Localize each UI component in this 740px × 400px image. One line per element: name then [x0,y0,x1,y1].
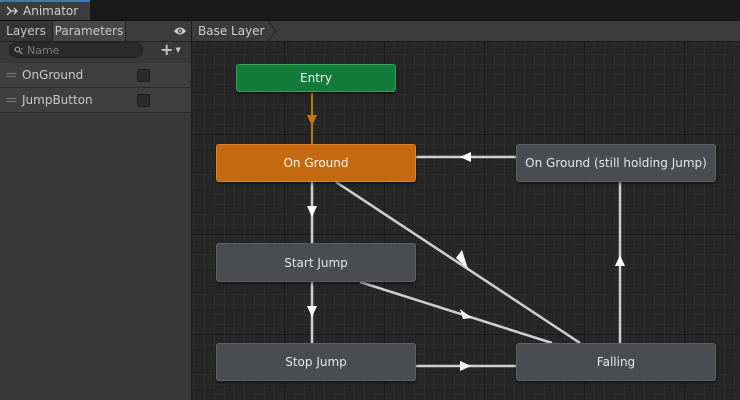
transition-start-jump-to-falling[interactable] [359,280,553,345]
arrow-icon [307,115,317,126]
tab-layers-label: Layers [6,24,46,38]
search-icon [14,46,23,54]
add-parameter-button[interactable]: + ▼ [160,40,188,59]
breadcrumb-base-layer[interactable]: Base Layer [192,21,265,41]
animator-icon [6,6,18,16]
arrow-icon [460,309,472,319]
tab-layers[interactable]: Layers [0,21,53,41]
state-graph[interactable]: Entry On Ground On Ground (still holding… [192,42,740,400]
state-on-ground[interactable]: On Ground [216,144,416,182]
parameter-checkbox[interactable] [137,69,150,82]
chevron-down-icon: ▼ [175,46,181,54]
left-panel-tabs: Layers Parameters [0,21,191,42]
arrow-icon [460,152,471,162]
arrow-icon [615,255,625,266]
arrow-icon [460,361,471,371]
left-panel: Layers Parameters + ▼ OnGround [0,21,192,400]
state-label: Start Jump [284,255,348,270]
breadcrumb: Base Layer [192,21,740,42]
tab-parameters[interactable]: Parameters [53,21,126,41]
parameter-name[interactable]: JumpButton [22,93,93,107]
parameter-checkbox[interactable] [137,94,150,107]
parameter-search[interactable] [9,42,143,58]
drag-handle-icon[interactable] [6,71,16,79]
state-entry[interactable]: Entry [236,64,396,92]
state-label: Falling [596,355,636,369]
state-label: Stop Jump [285,355,347,369]
arrow-icon [307,206,317,217]
search-row: + ▼ [0,42,191,62]
search-input[interactable] [24,43,135,57]
eye-icon[interactable] [173,25,187,37]
state-stop-jump[interactable]: Stop Jump [216,343,416,381]
plus-icon: + [160,40,174,59]
animator-tab-label: Animator [23,4,79,18]
parameter-name[interactable]: OnGround [22,68,83,82]
drag-handle-icon[interactable] [6,96,16,104]
parameter-row[interactable]: JumpButton [0,88,190,113]
state-label: Entry [300,71,332,85]
breadcrumb-separator-icon [268,21,277,41]
state-label: On Ground [283,156,349,170]
state-on-ground-holding-jump[interactable]: On Ground (still holding Jump) [516,144,716,182]
window-titlebar: Animator [0,0,740,21]
state-falling[interactable]: Falling [516,343,716,381]
state-label: On Ground (still holding Jump) [525,156,707,170]
arrow-icon [307,306,317,317]
state-start-jump[interactable]: Start Jump [216,243,416,282]
animator-tab[interactable]: Animator [0,0,90,20]
tab-parameters-label: Parameters [54,24,124,38]
parameter-row[interactable]: OnGround [0,63,190,88]
